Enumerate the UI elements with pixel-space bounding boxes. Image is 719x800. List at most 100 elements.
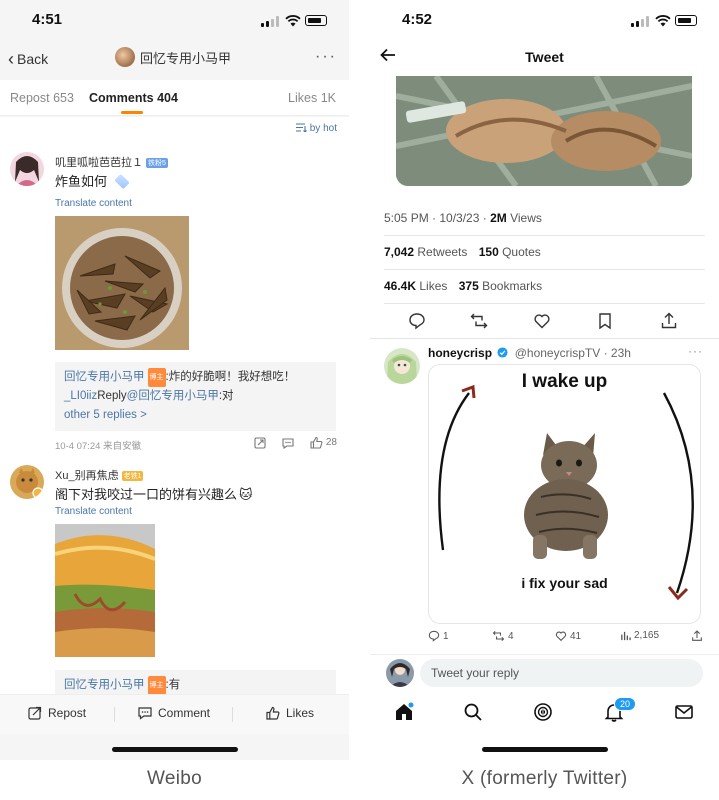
divider: [232, 707, 233, 722]
retweets-label: Retweets: [414, 245, 468, 259]
reply-author[interactable]: 回忆专用小马甲: [64, 679, 145, 691]
comment-text: 阁下对我咬过一口的饼有兴趣么: [55, 487, 238, 502]
avatar[interactable]: [10, 152, 44, 186]
more-replies-link[interactable]: other 5 replies >: [64, 406, 327, 425]
twitter-screen: 4:52 Tweet 5:05 PM · 10/3/23 · 2M Views …: [370, 0, 719, 760]
translate-link[interactable]: Translate content: [55, 198, 132, 209]
wifi-icon: [285, 15, 301, 27]
sort-icon: [295, 123, 307, 133]
reply-author[interactable]: honeycrisp @honeycrispTV · 23h: [428, 346, 631, 360]
quotes-stat[interactable]: 150 Quotes: [479, 245, 541, 259]
reply-input[interactable]: Tweet your reply: [420, 659, 703, 687]
cat-emoji-icon: 🐱: [239, 487, 253, 502]
bookmarks-stat[interactable]: 375 Bookmarks: [459, 279, 542, 293]
reply-preview[interactable]: 回忆专用小马甲 博主:炸的好脆啊！我好想吃！ _LI0iizReply@回忆专用小…: [55, 362, 336, 431]
bookmark-icon[interactable]: [596, 312, 614, 330]
messages-icon[interactable]: [674, 702, 694, 722]
reply-retweets-button[interactable]: 4: [492, 630, 514, 642]
bookmarks-label: Bookmarks: [478, 279, 543, 293]
commenter-name[interactable]: 叽里呱啦芭芭拉１: [55, 157, 143, 169]
reply-preview[interactable]: 回忆专用小马甲 博主:有: [55, 670, 336, 694]
likes-count-small: 41: [570, 630, 582, 642]
likes-stat[interactable]: 46.4K Likes: [384, 279, 447, 293]
reply-likes-button[interactable]: 41: [555, 630, 581, 642]
tweet-media-image[interactable]: [396, 76, 692, 186]
tab-comments[interactable]: Comments 404: [89, 91, 178, 114]
commenter-name[interactable]: Xu_别再焦虑: [55, 470, 119, 482]
back-button[interactable]: ‹ Back: [8, 48, 48, 69]
likes-label: Likes: [286, 706, 315, 720]
translate-link[interactable]: Translate content: [55, 506, 132, 517]
retweet-icon: [492, 630, 505, 642]
status-icons: [261, 14, 327, 28]
comment-button[interactable]: Comment: [138, 706, 210, 720]
tweet-timestamp: 5:05 PM · 10/3/23 ·: [384, 211, 491, 225]
likes-count: 46.4K: [384, 279, 417, 293]
bitten-pancake-photo[interactable]: [55, 524, 155, 657]
views-count-small: 2,165: [634, 630, 660, 641]
twitter-nav-bar: Tweet: [370, 40, 719, 76]
thumbs-up-icon: [310, 436, 323, 449]
home-icon[interactable]: [394, 702, 414, 722]
retweets-stat[interactable]: 7,042 Retweets: [384, 245, 467, 259]
more-options-icon[interactable]: ···: [688, 344, 703, 358]
likes-label: Likes: [416, 279, 448, 293]
divider: [370, 338, 719, 339]
more-icon[interactable]: ···: [315, 48, 337, 66]
back-label: Back: [17, 51, 49, 67]
likes-bookmarks-row: 46.4K Likes 375 Bookmarks: [384, 279, 705, 293]
reply-text-2: :对: [218, 390, 234, 402]
battery-icon: [305, 15, 327, 26]
tab-repost[interactable]: Repost 653: [10, 91, 74, 105]
reply-tweet[interactable]: honeycrisp @honeycrispTV · 23h ··· I wak…: [370, 340, 719, 640]
search-icon[interactable]: [463, 702, 483, 722]
retweets-count-small: 4: [508, 630, 514, 642]
avatar[interactable]: [10, 465, 44, 499]
author-avatar[interactable]: [115, 47, 135, 67]
share-icon[interactable]: [254, 436, 266, 449]
reply-handle: @honeycrispTV · 23h: [514, 346, 631, 360]
repost-label: Repost: [48, 706, 87, 720]
fried-fish-photo[interactable]: [55, 216, 189, 350]
divider: [114, 707, 115, 722]
reply-share-button[interactable]: [691, 630, 703, 642]
reply-text: :有: [165, 679, 181, 691]
spaces-icon[interactable]: [533, 702, 553, 722]
weibo-caption: Weibo: [146, 768, 202, 789]
retweet-icon[interactable]: [470, 312, 488, 330]
repost-button[interactable]: Repost: [28, 706, 86, 720]
blogger-badge: 博主: [147, 676, 166, 694]
like-count: 28: [325, 437, 337, 448]
replies-count: 1: [443, 630, 449, 642]
notifications-badge: 20: [614, 697, 637, 711]
divider: [384, 269, 705, 270]
meme-bottom-text: i fix your sad: [521, 575, 608, 591]
comment-timestamp: 10-4 07:24 来自安徽: [55, 441, 142, 452]
reply-composer: Tweet your reply: [370, 654, 719, 690]
signal-icon: [261, 16, 279, 27]
post-author[interactable]: 回忆专用小马甲: [115, 47, 231, 67]
divider: [384, 303, 705, 304]
reply-verb: Reply: [97, 390, 127, 402]
like-button[interactable]: 28: [310, 436, 337, 449]
meme-image[interactable]: I wake up i fix your sad: [428, 364, 701, 624]
reply-icon[interactable]: [408, 312, 426, 330]
twitter-caption: X (formerly Twitter): [461, 768, 628, 789]
tab-likes[interactable]: Likes 1K: [288, 91, 336, 105]
status-time: 4:52: [402, 11, 433, 28]
reply-user[interactable]: _LI0iiz: [64, 390, 97, 402]
sort-toggle[interactable]: by hot: [295, 123, 337, 134]
likes-button[interactable]: Likes: [266, 706, 314, 720]
comment-icon: [138, 707, 152, 720]
share-icon[interactable]: [660, 312, 678, 330]
comment-icon[interactable]: [282, 437, 294, 449]
reply-views-button[interactable]: 2,165: [620, 630, 659, 641]
reply-replies-button[interactable]: 1: [428, 630, 449, 642]
reply-author[interactable]: 回忆专用小马甲: [64, 371, 145, 383]
reply-mention[interactable]: @回忆专用小马甲: [127, 390, 219, 402]
weibo-nav-bar: ‹ Back 回忆专用小马甲 ···: [0, 40, 349, 76]
tweet-timestamp-views: 5:05 PM · 10/3/23 · 2M Views: [384, 211, 705, 225]
my-avatar[interactable]: [386, 659, 414, 687]
heart-icon[interactable]: [533, 312, 551, 330]
avatar[interactable]: [384, 348, 420, 384]
